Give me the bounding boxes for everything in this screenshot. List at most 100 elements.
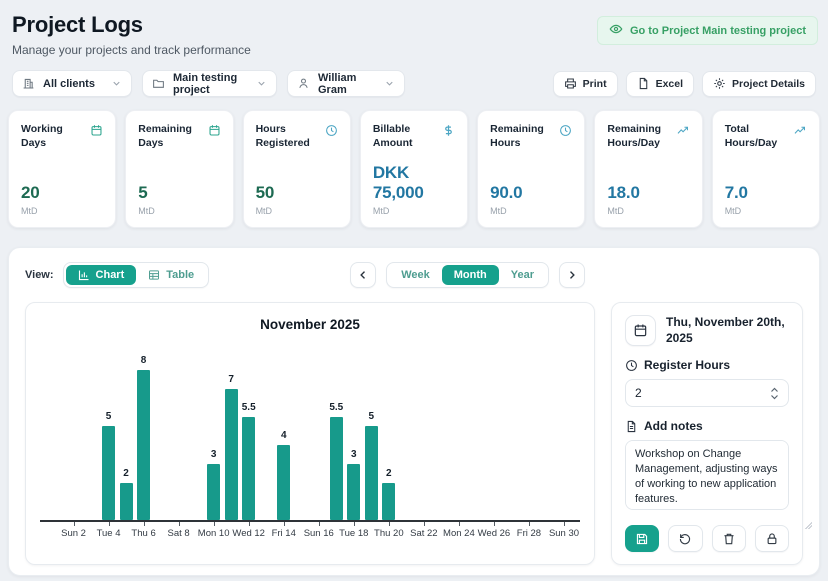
print-label: Print [583, 78, 607, 90]
bar-value-label: 5.5 [242, 402, 256, 413]
axis-tick-label: Wed 12 [232, 528, 265, 539]
chart-bar-day-18[interactable] [347, 464, 360, 520]
notes-textarea[interactable]: Workshop on Change Management, adjusting… [625, 440, 789, 510]
date-picker-button[interactable] [625, 315, 656, 346]
period-toggle-label: Week [401, 269, 430, 281]
chart-bar-day-19[interactable] [365, 426, 378, 520]
stat-card-value: 18.0 [607, 183, 689, 203]
file-icon [637, 77, 650, 90]
textarea-resize-handle[interactable] [804, 521, 812, 529]
hours-input[interactable] [635, 386, 770, 400]
period-toggle-year[interactable]: Year [499, 265, 546, 285]
user-select[interactable]: William Gram [287, 70, 405, 97]
printer-icon [564, 77, 577, 90]
period-toggle-label: Year [511, 269, 534, 281]
chart-bar-day-11[interactable] [225, 389, 238, 520]
axis-tick-label: Sun 2 [61, 528, 86, 539]
bar-value-label: 3 [351, 449, 357, 460]
project-logs-page: Project Logs Manage your projects and tr… [0, 0, 828, 581]
stat-card: Remaining Hours90.0MtD [477, 110, 585, 228]
axis-tick-label: Sun 16 [304, 528, 334, 539]
chart-bar-day-5[interactable] [120, 483, 133, 521]
goto-project-button[interactable]: Go to Project Main testing project [597, 16, 818, 45]
clock-icon [559, 124, 572, 150]
axis-tick [214, 522, 215, 526]
building-icon [22, 77, 35, 90]
project-select-value: Main testing project [173, 72, 248, 96]
stat-card-value: DKK 75,000 [373, 163, 455, 203]
stat-card: Working Days20MtD [8, 110, 116, 228]
chart-bar-day-14[interactable] [277, 445, 290, 520]
stepper-icon[interactable] [770, 387, 779, 400]
next-period-button[interactable] [559, 262, 585, 288]
stat-card-label: Total Hours/Day [725, 123, 789, 150]
person-icon [297, 77, 310, 90]
axis-tick [249, 522, 250, 526]
dollar-icon [442, 124, 455, 150]
axis-tick-label: Tue 4 [97, 528, 121, 539]
view-toggle-table[interactable]: Table [136, 265, 206, 285]
chevron-down-icon [256, 78, 267, 89]
excel-label: Excel [656, 78, 683, 90]
view-toggle-chart[interactable]: Chart [66, 265, 137, 285]
axis-tick [459, 522, 460, 526]
folder-icon [152, 77, 165, 90]
axis-tick-label: Sun 30 [549, 528, 579, 539]
stats-card-row: Working Days20MtDRemaining Days5MtDHours… [8, 110, 820, 228]
period-nav: Week Month Year [350, 262, 585, 288]
view-toggle-label: Chart [96, 269, 125, 281]
axis-tick [354, 522, 355, 526]
bar-value-label: 5.5 [329, 402, 343, 413]
axis-tick-label: Sat 8 [168, 528, 190, 539]
axis-tick [424, 522, 425, 526]
chart-bar-day-10[interactable] [207, 464, 220, 520]
prev-period-button[interactable] [350, 262, 376, 288]
trend-icon [793, 124, 807, 150]
excel-button[interactable]: Excel [626, 71, 694, 97]
hours-input-wrap [625, 379, 789, 407]
add-notes-label-row: Add notes [625, 419, 789, 433]
calendar-icon [208, 124, 221, 150]
period-toggle-month[interactable]: Month [442, 265, 499, 285]
calendar-icon [90, 124, 103, 150]
chart-bar-day-17[interactable] [330, 417, 343, 520]
stat-card-value: 50 [256, 183, 338, 203]
selected-date: Thu, November 20th, 2025 [666, 315, 789, 346]
project-select[interactable]: Main testing project [142, 70, 277, 97]
axis-tick [494, 522, 495, 526]
stat-card-label: Working Days [21, 123, 86, 150]
bar-value-label: 2 [123, 468, 129, 479]
trash-icon [722, 532, 736, 546]
stat-card-label: Remaining Days [138, 123, 203, 150]
chart-bar-day-4[interactable] [102, 426, 115, 520]
user-select-value: William Gram [318, 72, 376, 96]
stat-card: Hours Registered50MtD [243, 110, 351, 228]
register-hours-label: Register Hours [644, 358, 730, 372]
lock-button[interactable] [755, 525, 789, 552]
chart-bar-day-12[interactable] [242, 417, 255, 520]
chart-bar-day-20[interactable] [382, 483, 395, 521]
clock-icon [325, 124, 338, 150]
stat-card-value: 90.0 [490, 183, 572, 203]
add-notes-label: Add notes [644, 419, 703, 433]
stat-card-value: 20 [21, 183, 103, 203]
client-select[interactable]: All clients [12, 70, 132, 97]
axis-tick [109, 522, 110, 526]
axis-tick-label: Mon 10 [198, 528, 230, 539]
undo-button[interactable] [668, 525, 702, 552]
axis-tick-label: Wed 26 [478, 528, 511, 539]
save-button[interactable] [625, 525, 659, 552]
chart-x-axis: Sun 2Tue 4Thu 6Sat 8Mon 10Wed 12Fri 14Su… [40, 522, 580, 542]
print-button[interactable]: Print [553, 71, 618, 97]
bar-chart-plot: 528375.545.5352 [40, 342, 580, 522]
period-toggle-week[interactable]: Week [389, 265, 442, 285]
view-toggle-label: Table [166, 269, 194, 281]
chart-bar-day-6[interactable] [137, 370, 150, 520]
project-details-button[interactable]: Project Details [702, 71, 816, 97]
axis-tick [319, 522, 320, 526]
note-icon [625, 420, 638, 433]
page-header: Project Logs Manage your projects and tr… [8, 10, 820, 57]
axis-tick-label: Mon 24 [443, 528, 475, 539]
axis-tick-label: Thu 20 [374, 528, 404, 539]
delete-button[interactable] [712, 525, 746, 552]
